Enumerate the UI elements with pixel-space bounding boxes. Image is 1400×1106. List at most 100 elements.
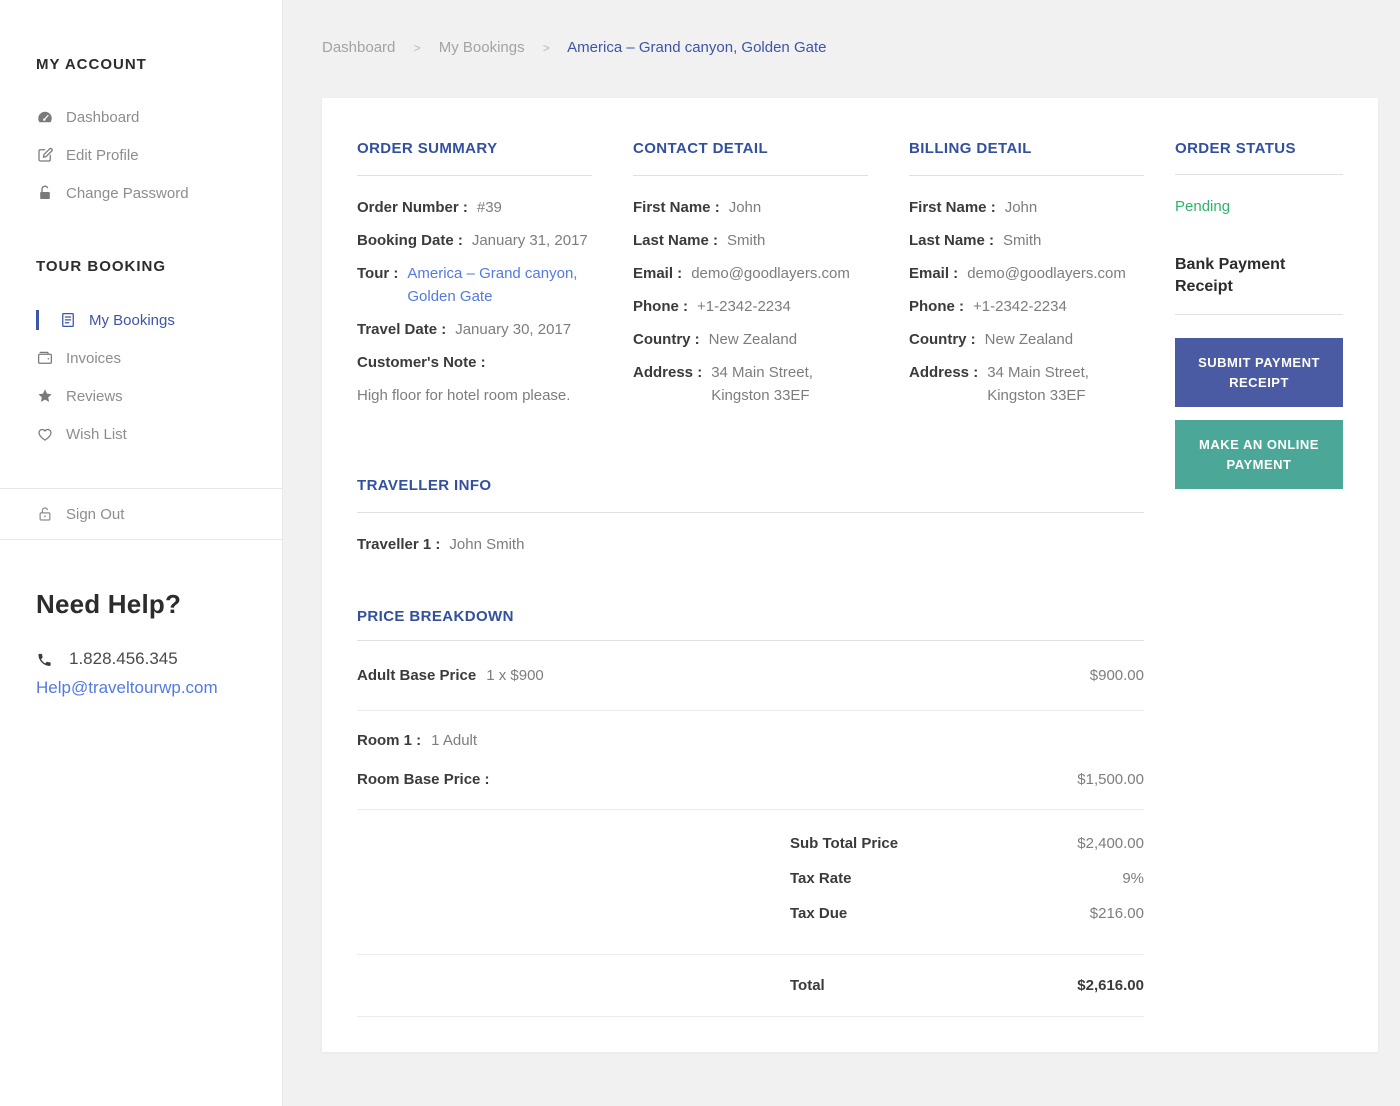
tour-booking-menu: My Bookings Invoices Reviews Wish List (0, 301, 282, 453)
field-value: New Zealand (708, 331, 798, 348)
sidebar-item-wish-list[interactable]: Wish List (0, 415, 282, 453)
summary-amount: 9% (1122, 870, 1144, 887)
main-content: Dashboard > My Bookings > America – Gran… (283, 0, 1400, 1106)
my-account-menu: Dashboard Edit Profile Change Password (0, 98, 282, 212)
adult-base-price-row: Adult Base Price 1 x $900 $900.00 (357, 641, 1144, 710)
field-value: 34 Main Street, Kingston 33EF (711, 364, 813, 404)
price-label: Room 1 : (357, 732, 422, 749)
field-label: Order Number : (357, 199, 468, 216)
need-help-block: Need Help? 1.828.456.345 Help@traveltour… (36, 587, 282, 698)
active-indicator (36, 310, 39, 330)
field-label: Phone : (909, 298, 964, 315)
order-summary-heading: ORDER SUMMARY (357, 140, 498, 157)
field-label: Last Name : (633, 232, 719, 249)
contact-address-row: Address : 34 Main Street, Kingston 33EF (633, 361, 868, 407)
sidebar-item-label: Edit Profile (66, 146, 139, 164)
sidebar-item-sign-out[interactable]: Sign Out (0, 489, 282, 539)
field-label: Tour : (357, 265, 399, 282)
breadcrumb-separator-icon: > (542, 41, 550, 55)
breadcrumb-separator-icon: > (413, 41, 421, 55)
order-number-row: Order Number : #39 (357, 196, 592, 219)
bank-payment-receipt-heading: Bank Payment Receipt (1175, 256, 1286, 295)
field-label: Country : (909, 331, 976, 348)
breadcrumb-current-tour: America – Grand canyon, Golden Gate (567, 39, 827, 56)
sidebar-item-edit-profile[interactable]: Edit Profile (0, 136, 282, 174)
bookings-document-icon (59, 311, 77, 329)
sidebar-item-change-password[interactable]: Change Password (0, 174, 282, 212)
make-online-payment-button[interactable]: MAKE AN ONLINE PAYMENT (1175, 420, 1343, 489)
sub-total-row: Sub Total Price $2,400.00 (790, 832, 1144, 855)
sign-out-block: Sign Out (0, 488, 282, 540)
total-label: Total (790, 977, 825, 994)
sidebar-item-label: Sign Out (66, 505, 125, 523)
tax-rate-row: Tax Rate 9% (790, 867, 1144, 890)
sidebar: MY ACCOUNT Dashboard Edit Profile Change… (0, 0, 283, 1106)
tax-due-row: Tax Due $216.00 (790, 902, 1144, 925)
booking-date-row: Booking Date : January 31, 2017 (357, 229, 592, 252)
sidebar-section-my-account: MY ACCOUNT (36, 56, 147, 73)
sidebar-item-label: Invoices (66, 349, 122, 367)
field-value: New Zealand (984, 331, 1074, 348)
contact-email-row: Email : demo@goodlayers.com (633, 262, 868, 285)
sidebar-item-invoices[interactable]: Invoices (0, 339, 282, 377)
divider (1175, 174, 1343, 175)
field-label: Phone : (633, 298, 688, 315)
sidebar-item-label: My Bookings (89, 311, 175, 329)
field-value: John (728, 199, 762, 216)
dashboard-gauge-icon (36, 108, 54, 126)
price-amount: $1,500.00 (1077, 771, 1144, 788)
sidebar-item-label: Dashboard (66, 108, 140, 126)
total-row: Total $2,616.00 (790, 974, 1144, 997)
field-value: demo@goodlayers.com (691, 265, 850, 282)
billing-country-row: Country : New Zealand (909, 328, 1144, 351)
field-value: Smith (1003, 232, 1042, 249)
field-label: Travel Date : (357, 321, 447, 338)
unlock-icon (36, 505, 54, 523)
phone-icon (36, 651, 53, 668)
summary-label: Sub Total Price (790, 835, 899, 852)
sidebar-item-my-bookings[interactable]: My Bookings (0, 301, 282, 339)
summary-amount: $2,400.00 (1077, 835, 1144, 852)
order-detail-left-area: ORDER SUMMARY Order Number : #39 Booking… (357, 140, 1144, 1017)
sidebar-item-dashboard[interactable]: Dashboard (0, 98, 282, 136)
heart-icon (36, 425, 54, 443)
breadcrumb-dashboard[interactable]: Dashboard (322, 39, 395, 56)
order-status-badge: Pending (1175, 198, 1231, 215)
price-amount: $900.00 (1089, 667, 1144, 684)
billing-first-name-row: First Name : John (909, 196, 1144, 219)
booking-date-value: January 31, 2017 (471, 232, 588, 249)
divider (357, 175, 592, 176)
breadcrumb-my-bookings[interactable]: My Bookings (439, 39, 525, 56)
wallet-icon (36, 349, 54, 367)
travel-date-value: January 30, 2017 (455, 321, 572, 338)
need-help-heading: Need Help? (36, 589, 182, 619)
help-email-link[interactable]: Help@traveltourwp.com (36, 678, 282, 698)
help-phone-number: 1.828.456.345 (69, 649, 178, 668)
price-breakdown-section: PRICE BREAKDOWN Adult Base Price 1 x $90… (357, 608, 1144, 1017)
price-summary-block: Sub Total Price $2,400.00 Tax Rate 9% Ta… (357, 810, 1144, 954)
field-label: Country : (633, 331, 700, 348)
traveller-name: John Smith (449, 536, 525, 553)
field-value: +1-2342-2234 (973, 298, 1067, 315)
room-base-price-row: Room Base Price : $1,500.00 (357, 768, 1144, 791)
room-block: Room 1 : 1 Adult Room Base Price : $1,50… (357, 711, 1144, 809)
summary-amount: $216.00 (1089, 905, 1144, 922)
order-status-section: ORDER STATUS Pending Bank Payment Receip… (1175, 140, 1343, 1017)
submit-payment-receipt-button[interactable]: SUBMIT PAYMENT RECEIPT (1175, 338, 1343, 407)
tour-link[interactable]: America – Grand canyon, Golden Gate (407, 262, 592, 308)
sidebar-section-tour-booking: TOUR BOOKING (36, 258, 167, 275)
price-label: Room Base Price : (357, 771, 490, 788)
price-label: Adult Base Price (357, 667, 477, 684)
room-row: Room 1 : 1 Adult (357, 729, 1144, 752)
edit-pencil-icon (36, 146, 54, 164)
field-label: Email : (909, 265, 959, 282)
divider (1175, 314, 1343, 315)
price-breakdown-heading: PRICE BREAKDOWN (357, 608, 514, 625)
field-label: Customer's Note : (357, 354, 486, 371)
field-value: 34 Main Street, Kingston 33EF (987, 364, 1089, 404)
sidebar-item-reviews[interactable]: Reviews (0, 377, 282, 415)
divider (633, 175, 868, 176)
order-status-heading: ORDER STATUS (1175, 140, 1296, 157)
price-detail: 1 x $900 (486, 667, 544, 684)
tour-row: Tour : America – Grand canyon, Golden Ga… (357, 262, 592, 308)
